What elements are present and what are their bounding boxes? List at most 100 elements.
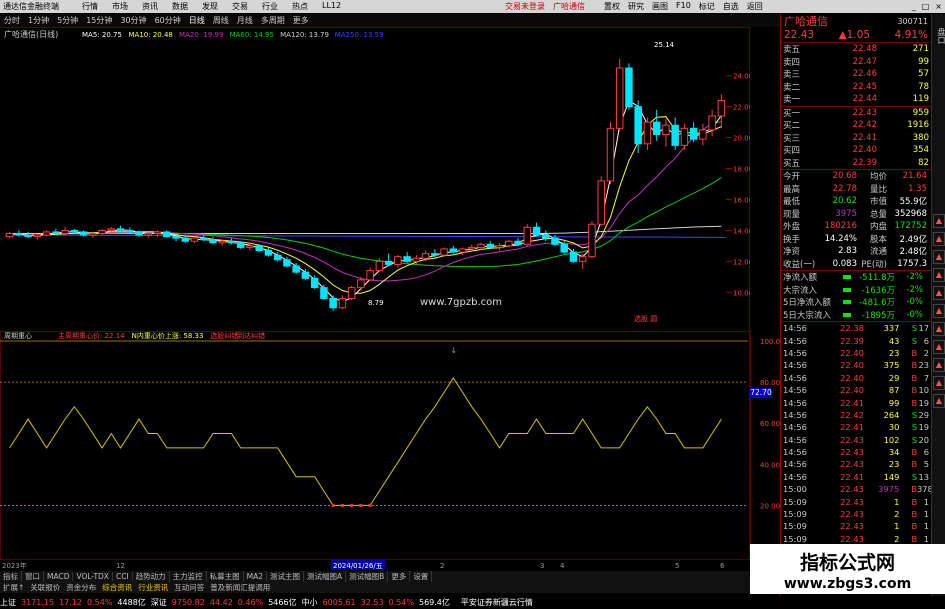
tick-price: 22.41 — [840, 471, 864, 482]
toolbar-item[interactable]: 置权 — [600, 1, 624, 12]
kline-chart[interactable]: 24.00 22.00 20.00 18.00 16.00 14.00 12.00 10.00… — [0, 27, 750, 331]
period-tab[interactable]: 分时 — [0, 15, 24, 26]
sidebar-tool-icon[interactable]: ▲ — [933, 376, 945, 390]
menu-item[interactable]: 行业 — [255, 1, 285, 12]
indicator-tab[interactable]: 设置 — [410, 571, 433, 582]
candle-body — [181, 237, 189, 242]
indicator-tab[interactable]: 指标 — [0, 571, 22, 582]
sidebar-tool-icon[interactable]: ▲ — [933, 286, 945, 300]
ext-tab[interactable]: 扩展↑ — [0, 582, 27, 593]
ask-row[interactable]: 卖五 22.48 271 — [781, 43, 931, 56]
ask-volume: 119 — [912, 94, 929, 105]
sidebar-tool-icon[interactable]: ▲ — [933, 322, 945, 336]
sidebar-tool-icon[interactable]: ▲ — [933, 304, 945, 318]
period-tab[interactable]: 多周期 — [257, 15, 289, 26]
sidebar-tool-icon[interactable]: ▲ — [933, 250, 945, 264]
indicator-tab[interactable]: 窗口 — [22, 571, 44, 582]
sidebar-tool-icon[interactable]: ▲ — [933, 340, 945, 354]
stat-label: 净资 — [783, 247, 801, 258]
menu-item[interactable]: 发现 — [195, 1, 225, 12]
flow-pct: -2% — [906, 272, 923, 283]
ask-row[interactable]: 卖四 22.47 99 — [781, 56, 931, 69]
indicator-tab[interactable]: 趋势动力 — [133, 571, 170, 582]
close-icon[interactable]: × — [935, 2, 942, 11]
menu-item[interactable]: 资讯 — [135, 1, 165, 12]
indicator-tab[interactable]: 主力监控 — [170, 571, 207, 582]
minimize-icon[interactable]: _ — [912, 2, 916, 11]
period-tab[interactable]: 15分钟 — [82, 15, 116, 26]
toolbar-item[interactable]: 标记 — [695, 1, 719, 12]
ext-tab[interactable]: 综合资讯 — [99, 582, 135, 593]
ext-tab[interactable]: 资金分布 — [63, 582, 99, 593]
toolbar-item[interactable]: 返回 — [743, 1, 767, 12]
bid-row[interactable]: 买四 22.40 354 — [781, 144, 931, 157]
period-tab[interactable]: 5分钟 — [53, 15, 82, 26]
candle-body — [329, 297, 337, 309]
tick-volume: 337 — [883, 323, 900, 334]
index-value: 9750.82 — [171, 598, 205, 607]
candle-body — [394, 256, 402, 265]
candle-body — [246, 245, 254, 248]
bid-row[interactable]: 买二 22.42 1916 — [781, 119, 931, 132]
stat-value: 55.9亿 — [899, 197, 927, 208]
tick-list[interactable]: 14:56 22.38 337 S 17 14:56 22.39 43 S 6 14:56 22.40… — [781, 321, 933, 545]
period-tab[interactable]: 1分钟 — [24, 15, 53, 26]
menu-item[interactable]: 数据 — [165, 1, 195, 12]
menu-item[interactable]: 热点 — [285, 1, 315, 12]
period-tab[interactable]: 月线 — [233, 15, 257, 26]
toolbar-item[interactable]: 画图 — [648, 1, 672, 12]
ext-tab[interactable]: 关联报价 — [27, 582, 63, 593]
tick-count: 20 — [918, 434, 929, 445]
stat-label: 流通 — [869, 247, 887, 258]
index-change: 17.12 — [59, 598, 82, 607]
bid-row[interactable]: 买三 22.41 380 — [781, 132, 931, 145]
bid-row[interactable]: 买一 22.43 959 — [781, 107, 931, 120]
chart-icons[interactable]: 选股 圆 — [634, 314, 657, 323]
index-name: 上证 — [0, 598, 16, 607]
indicator-tab[interactable]: CCI — [113, 572, 133, 581]
toolbar-item[interactable]: F10 — [672, 1, 695, 12]
tick-volume: 264 — [883, 409, 900, 420]
ask-row[interactable]: 卖三 22.46 57 — [781, 68, 931, 81]
ext-tab[interactable]: 互动问答 — [171, 582, 207, 593]
toolbar-item[interactable]: 研究 — [624, 1, 648, 12]
stat-label: 量比 — [869, 184, 887, 195]
period-tab[interactable]: 周线 — [209, 15, 233, 26]
sidebar-tool-icon[interactable]: ▲ — [933, 232, 945, 246]
bid-row[interactable]: 买五 22.39 82 — [781, 157, 931, 170]
sidebar-tool-icon[interactable]: ▲ — [933, 358, 945, 372]
indicator-tab[interactable]: MA2 — [244, 572, 268, 581]
ext-tab[interactable]: 行业资讯 — [135, 582, 171, 593]
menu-item[interactable]: 市场 — [105, 1, 135, 12]
period-tab-active[interactable]: 日线 — [185, 15, 209, 26]
sidebar-tool-icon[interactable]: ▲ — [933, 268, 945, 282]
maximize-icon[interactable]: □ — [922, 2, 930, 11]
menu-item[interactable]: LL12 — [315, 1, 348, 12]
menu-item[interactable]: 交易 — [225, 1, 255, 12]
menu-item[interactable]: 行情 — [75, 1, 105, 12]
ask-row[interactable]: 卖二 22.45 78 — [781, 81, 931, 94]
tick-count: 1 — [923, 509, 929, 520]
period-tab[interactable]: 30分钟 — [116, 15, 150, 26]
indicator-tab[interactable]: 测试主图 — [267, 571, 305, 582]
candle-body — [523, 226, 531, 245]
indicator-tab[interactable]: 测试幅图A — [304, 571, 347, 582]
bid-price: 22.43 — [852, 107, 877, 118]
indicator-tab[interactable]: VOL-TDX — [73, 572, 113, 581]
period-tab[interactable]: 60分钟 — [151, 15, 185, 26]
sidebar-tool-icon[interactable]: ▲ — [933, 214, 945, 228]
indicator-tab[interactable]: 更多 — [388, 571, 411, 582]
period-tab[interactable]: 更多 — [289, 15, 313, 26]
indicator-tab[interactable]: 测试幅图B — [346, 571, 389, 582]
oscillator-chart[interactable]: 100.00 80.00 60.00 40.00 20.00 ↓ 周期重心 主周期重心价:… — [0, 331, 780, 560]
login-status[interactable]: 交易未登录 — [505, 1, 545, 12]
indicator-tab[interactable]: MACD — [44, 572, 74, 581]
ask-row[interactable]: 卖一 22.44 119 — [781, 93, 931, 106]
toolbar-item[interactable]: 自选 — [719, 1, 743, 12]
tick-side: S — [911, 422, 918, 433]
date-label: 5 — [675, 562, 679, 570]
tick-side: B — [911, 347, 918, 358]
indicator-tab[interactable]: 私募主图 — [207, 571, 244, 582]
ext-tab[interactable]: 普及新闻汇提调用 — [207, 582, 273, 593]
sidebar-tool-icon[interactable]: ▲ — [933, 394, 945, 408]
